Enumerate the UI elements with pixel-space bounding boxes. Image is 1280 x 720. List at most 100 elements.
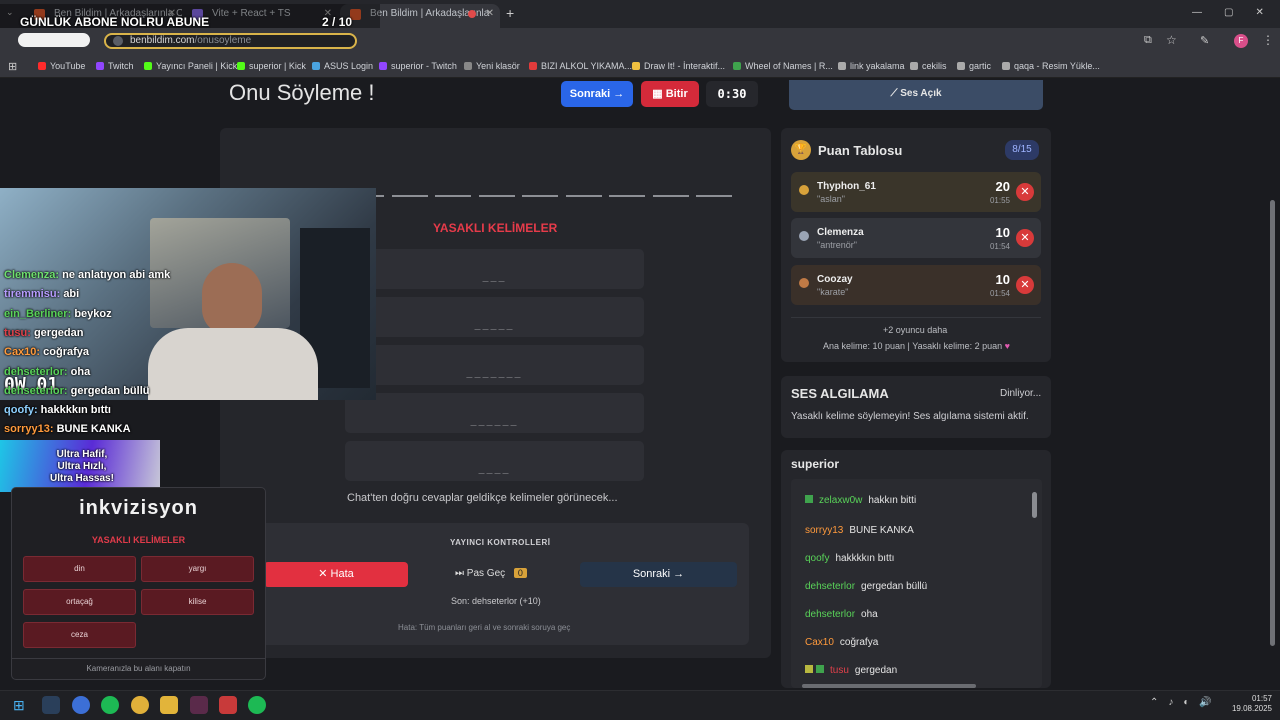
folder-icon[interactable] bbox=[160, 696, 178, 714]
next-button[interactable]: Sonraki → bbox=[561, 81, 633, 107]
bookmark-item[interactable]: cekilis bbox=[910, 61, 947, 71]
apps-grid-icon[interactable]: ⊞ bbox=[8, 60, 17, 73]
remove-player-button[interactable]: ✕ bbox=[1016, 229, 1034, 247]
player-score: 20 bbox=[995, 179, 1010, 194]
bookmark-item[interactable]: ASUS Login bbox=[312, 61, 373, 71]
letter-blank bbox=[565, 195, 602, 197]
letter-blank bbox=[435, 195, 471, 197]
streamer-shirt bbox=[148, 328, 318, 400]
bookmark-label: Draw It! - İnteraktif... bbox=[644, 61, 726, 71]
bookmark-icon bbox=[632, 62, 640, 70]
bookmark-item[interactable]: superior - Twitch bbox=[379, 61, 457, 71]
stream-chat-line: dehseterlor: oha bbox=[4, 366, 90, 378]
chat-scrollbar-thumb[interactable] bbox=[1032, 492, 1037, 518]
forbidden-word-chip: kilise bbox=[141, 589, 254, 615]
stream-chat-line: qoofy: hakkkkın bıttı bbox=[4, 404, 111, 416]
player-time: 01:55 bbox=[989, 196, 1010, 205]
windows-start-icon[interactable]: ⊞ bbox=[13, 697, 25, 714]
chat-text: BUNE KANKA bbox=[849, 525, 914, 536]
pass-button[interactable]: ⏭ Pas Geç 0 bbox=[455, 568, 527, 579]
bookmark-item[interactable]: Twitch bbox=[96, 61, 134, 71]
bookmark-icon bbox=[464, 62, 472, 70]
timer: 0:30 bbox=[706, 81, 758, 107]
letter-blank bbox=[652, 195, 689, 197]
chat-username: Cax10 bbox=[805, 637, 834, 648]
page-scrollbar[interactable] bbox=[1270, 200, 1275, 646]
last-answer: Son: dehseterlor (+10) bbox=[451, 596, 541, 606]
bookmark-item[interactable]: gartic bbox=[957, 61, 991, 71]
forbidden-word-chip: din bbox=[23, 556, 136, 582]
new-tab-icon[interactable]: + bbox=[506, 5, 514, 21]
bookmark-item[interactable]: Wheel of Names | R... bbox=[733, 61, 833, 71]
player-word: "karate" bbox=[817, 287, 849, 297]
controls-next-button[interactable]: Sonraki → bbox=[580, 562, 737, 587]
spotify-2-icon[interactable] bbox=[248, 696, 266, 714]
sound-toggle-button[interactable]: ⟋ Ses Açık bbox=[789, 80, 1043, 110]
chat-hscrollbar-thumb[interactable] bbox=[802, 684, 976, 688]
tray-icons[interactable]: ⌃♪◐🔊 bbox=[1150, 697, 1222, 708]
site-info-icon[interactable] bbox=[113, 36, 123, 46]
remove-player-button[interactable]: ✕ bbox=[1016, 276, 1034, 294]
stream-chat-line: Cax10: coğrafya bbox=[4, 346, 89, 358]
letter-blank bbox=[609, 195, 645, 197]
spotify-icon[interactable] bbox=[101, 696, 119, 714]
forbidden-word-4: ______ bbox=[345, 393, 644, 433]
bookmark-icon bbox=[96, 62, 104, 70]
bookmark-item[interactable]: YouTube bbox=[38, 61, 85, 71]
bookmark-item[interactable]: Yeni klasör bbox=[464, 61, 520, 71]
bookmark-icon bbox=[237, 62, 245, 70]
browser-icon[interactable] bbox=[72, 696, 90, 714]
stream-chat-text: gergedan büllü bbox=[70, 384, 150, 397]
extensions-icon[interactable]: ✎ bbox=[1200, 34, 1209, 47]
chat-message: dehseterlor oha bbox=[805, 609, 878, 620]
window-controls[interactable]: —▢✕ bbox=[1192, 7, 1280, 18]
address-bar[interactable]: benbildim.com/onusoyleme bbox=[104, 33, 357, 49]
remove-player-button[interactable]: ✕ bbox=[1016, 183, 1034, 201]
finish-button[interactable]: ▦ Bitir bbox=[641, 81, 699, 107]
player-word: "aslan" bbox=[817, 194, 845, 204]
player-name: Clemenza bbox=[817, 227, 864, 238]
bookmark-label: cekilis bbox=[922, 61, 947, 71]
clock-time: 01:57 bbox=[1251, 694, 1272, 703]
letter-blank bbox=[478, 195, 515, 197]
chat-message: tusu gergedan bbox=[805, 665, 897, 676]
skip-icon: ⏭ bbox=[455, 568, 464, 579]
stream-chat-line: ein_Berliner: beykoz bbox=[4, 308, 112, 320]
bookmark-item[interactable]: qaqa - Resim Yükle... bbox=[1002, 61, 1100, 71]
stream-chat-line: sorryy13: BUNE KANKA bbox=[4, 423, 131, 435]
close-tab-icon[interactable]: ✕ bbox=[486, 4, 494, 24]
more-players: +2 oyuncu daha bbox=[883, 325, 948, 335]
steam-icon[interactable] bbox=[42, 696, 60, 714]
voice-status: Dinliyor... bbox=[1000, 388, 1042, 399]
chat-message: dehseterlor gergedan büllü bbox=[805, 581, 927, 592]
next-label: Sonraki bbox=[569, 88, 611, 100]
obs-icon[interactable] bbox=[219, 696, 237, 714]
bookmark-item[interactable]: superior | Kick bbox=[237, 61, 306, 71]
profile-avatar[interactable]: F bbox=[1234, 34, 1248, 48]
player-name: Thyphon_61 bbox=[817, 181, 876, 192]
bookmark-icon bbox=[38, 62, 46, 70]
stream-chat-user: sorryy13: bbox=[4, 423, 54, 436]
overlay-banner: GÜNLÜK ABONE NOLRU ABUNE bbox=[20, 15, 210, 29]
clock[interactable]: 01:57 19.08.2025 bbox=[1226, 694, 1272, 714]
menu-icon[interactable]: ⋮ bbox=[1262, 33, 1274, 47]
forbidden-heading: YASAKLI KELİMELER bbox=[433, 221, 558, 235]
chrome-icon[interactable] bbox=[131, 696, 149, 714]
chat-title: superior bbox=[791, 457, 840, 471]
stream-chat-user: tusu: bbox=[4, 326, 31, 339]
error-help: Hata: Tüm puanları geri al ve sonraki so… bbox=[398, 623, 571, 632]
error-button[interactable]: ✕ Hata bbox=[264, 562, 408, 587]
bookmark-item[interactable]: Yayıncı Paneli | Kick bbox=[144, 61, 237, 71]
cast-icon[interactable]: ⧉ bbox=[1144, 34, 1152, 47]
bookmark-icon bbox=[910, 62, 918, 70]
bookmark-item[interactable]: BIZI ALKOL YIKAMA... bbox=[529, 61, 632, 71]
app-icon[interactable] bbox=[190, 696, 208, 714]
chat-username: zelaxw0w bbox=[819, 495, 863, 506]
bookmark-item[interactable]: link yakalama bbox=[838, 61, 905, 71]
back-forward-cover bbox=[18, 33, 90, 47]
bookmark-item[interactable]: Draw It! - İnteraktif... bbox=[632, 61, 725, 71]
bookmark-star-icon[interactable]: ☆ bbox=[1166, 33, 1177, 47]
chat-username: dehseterlor bbox=[805, 609, 856, 620]
chat-username: qoofy bbox=[805, 553, 830, 564]
stream-chat-text: oha bbox=[70, 365, 91, 378]
